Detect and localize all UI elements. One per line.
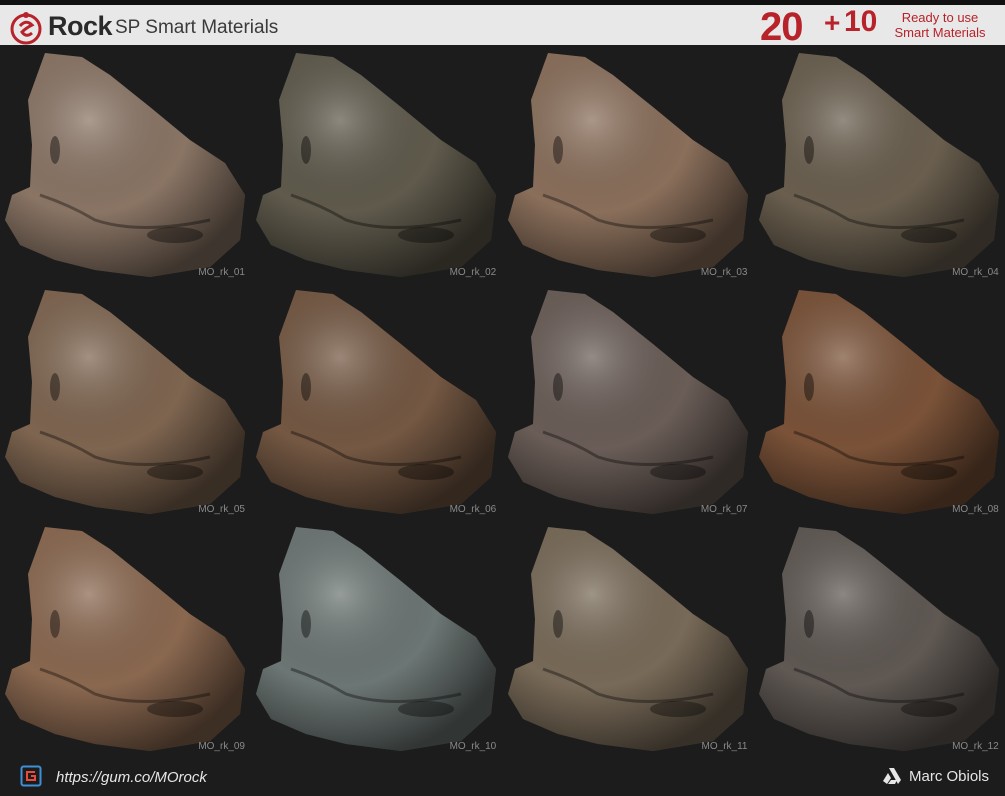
material-label: MO_rk_05: [198, 504, 245, 515]
material-card: MO_rk_10: [251, 519, 502, 756]
material-card: MO_rk_06: [251, 282, 502, 519]
material-card: MO_rk_07: [503, 282, 754, 519]
material-label: MO_rk_02: [449, 267, 497, 278]
rock-render: [507, 290, 748, 514]
tagline-line-2: Smart Materials: [894, 25, 986, 40]
rock-render: [758, 527, 999, 751]
rock-render: [5, 290, 245, 514]
material-label: MO_rk_09: [198, 741, 245, 752]
material-card: MO_rk_12: [754, 519, 1005, 756]
material-card: MO_rk_11: [503, 519, 754, 756]
material-label: MO_rk_01: [198, 267, 245, 278]
material-label: MO_rk_04: [952, 267, 999, 278]
material-label: MO_rk_08: [952, 504, 999, 515]
material-card: MO_rk_01: [0, 45, 251, 282]
bonus-count: 10: [844, 5, 878, 38]
rock-render: [758, 290, 999, 514]
footer: https://gum.co/MOrock Marc Obiols: [0, 755, 1005, 796]
tagline-line-1: Ready to use: [901, 10, 979, 25]
rock-render: [507, 53, 748, 277]
header-bar: Rock SP Smart Materials 20 + 10 Ready to…: [0, 0, 1005, 49]
material-card: MO_rk_08: [754, 282, 1005, 519]
material-label: MO_rk_10: [449, 741, 497, 752]
material-label: MO_rk_12: [952, 741, 999, 752]
material-card: MO_rk_09: [0, 519, 251, 756]
material-card: MO_rk_03: [503, 45, 754, 282]
material-label: MO_rk_03: [700, 267, 748, 278]
count-plus-sign: +: [824, 7, 841, 38]
artstation-icon: [883, 768, 901, 784]
material-card: MO_rk_02: [251, 45, 502, 282]
rock-render: [507, 527, 748, 751]
material-label: MO_rk_07: [700, 504, 748, 515]
gumroad-icon: [20, 765, 42, 787]
tagline: Ready to use Smart Materials: [890, 10, 990, 40]
rock-render: [5, 527, 245, 751]
material-card: MO_rk_05: [0, 282, 251, 519]
rock-render: [758, 53, 999, 277]
page-title: Rock: [48, 11, 113, 41]
material-label: MO_rk_11: [701, 741, 748, 752]
author-name: Marc Obiols: [909, 768, 990, 785]
material-card: MO_rk_04: [754, 45, 1005, 282]
rock-render: [5, 53, 245, 277]
material-count: 20: [760, 5, 803, 49]
substance-painter-logo-icon: [10, 12, 42, 45]
store-link[interactable]: https://gum.co/MOrock: [56, 769, 207, 786]
rock-render: [256, 53, 497, 277]
page-subtitle: SP Smart Materials: [115, 17, 279, 38]
rock-render: [256, 290, 497, 514]
material-label: MO_rk_06: [449, 504, 497, 515]
materials-grid: MO_rk_01 MO_rk_02 MO_rk_03 MO_rk_04 MO_rk_05…: [0, 45, 1005, 755]
rock-render: [256, 527, 497, 751]
